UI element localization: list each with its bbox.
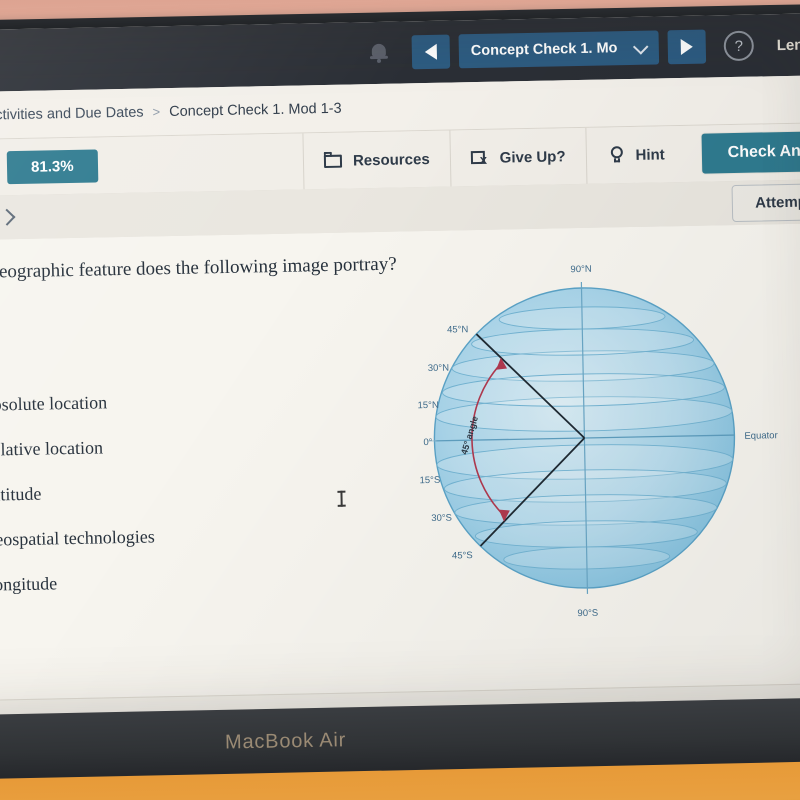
label-lat-30s: 30°S — [431, 513, 452, 524]
label-lat-15s: 15°S — [419, 475, 440, 486]
option-longitude[interactable]: Longitude — [0, 564, 284, 601]
give-up-icon — [471, 149, 491, 167]
label-lat-30n: 30°N — [428, 363, 450, 374]
resources-button[interactable]: Resources — [302, 130, 451, 190]
assignment-selector[interactable]: Concept Check 1. Mo — [458, 30, 660, 69]
check-answer-button[interactable]: Check An — [700, 130, 800, 175]
globe-diagram: 90°N 90°S 45°N 30°N 15°N 0° 15°S 30°S 45… — [417, 264, 777, 619]
score-area: nt Score: 81.3% — [0, 148, 98, 185]
score-badge: 81.3% — [6, 148, 98, 184]
label-equator: Equator — [744, 430, 777, 442]
label-north-pole: 90°N — [570, 264, 592, 275]
previous-question-button[interactable] — [411, 34, 451, 70]
breadcrumb-separator: > — [152, 104, 161, 120]
hint-label: Hint — [635, 145, 665, 164]
user-name[interactable]: Lena — [777, 36, 800, 54]
assignment-title: Concept Check 1. Mo — [470, 40, 618, 60]
globe-figure: 90°N 90°S 45°N 30°N 15°N 0° 15°S 30°S 45… — [381, 234, 800, 642]
breadcrumb-item-activities[interactable]: Activities and Due Dates — [0, 104, 144, 123]
folder-icon — [324, 152, 344, 170]
breadcrumb-item-current[interactable]: Concept Check 1. Mod 1-3 — [169, 100, 342, 119]
label-lat-0: 0° — [423, 437, 432, 448]
text-cursor-icon — [340, 490, 343, 507]
label-south-pole: 90°S — [577, 608, 598, 619]
laptop-screen: Concept Check 1. Mo ? Lena 333) > Activi… — [0, 13, 800, 721]
label-lat-45n: 45°N — [447, 324, 469, 335]
resources-label: Resources — [352, 150, 430, 169]
option-geospatial-technologies[interactable]: Geospatial technologies — [0, 519, 284, 556]
chevron-right-icon[interactable] — [0, 208, 16, 226]
option-label: Latitude — [0, 483, 42, 505]
help-icon[interactable]: ? — [723, 30, 755, 62]
lightbulb-icon — [606, 146, 626, 164]
attempt-button[interactable]: Attempt — [731, 182, 800, 222]
hint-button[interactable]: Hint — [584, 125, 686, 184]
option-label: Geospatial technologies — [0, 526, 155, 550]
give-up-button[interactable]: Give Up? — [449, 127, 587, 187]
next-triangle-icon — [680, 38, 693, 56]
option-relative-location[interactable]: Relative location — [0, 429, 282, 466]
next-question-button[interactable] — [667, 29, 707, 65]
label-lat-15n: 15°N — [417, 400, 439, 411]
give-up-label: Give Up? — [499, 147, 566, 167]
option-label: Longitude — [0, 573, 58, 595]
bell-icon[interactable] — [369, 42, 389, 64]
label-lat-45s: 45°S — [452, 550, 473, 561]
option-absolute-location[interactable]: Absolute location — [0, 384, 281, 421]
option-label: Absolute location — [0, 392, 108, 415]
chevron-down-icon — [632, 38, 649, 55]
option-label: Relative location — [0, 437, 104, 460]
question-card: Which geographic feature does the follow… — [0, 223, 800, 701]
previous-triangle-icon — [424, 43, 437, 61]
option-latitude[interactable]: Latitude — [0, 474, 283, 511]
answer-options: Absolute location Relative location Lati… — [0, 384, 285, 615]
laptop-photo: Concept Check 1. Mo ? Lena 333) > Activi… — [0, 0, 800, 800]
